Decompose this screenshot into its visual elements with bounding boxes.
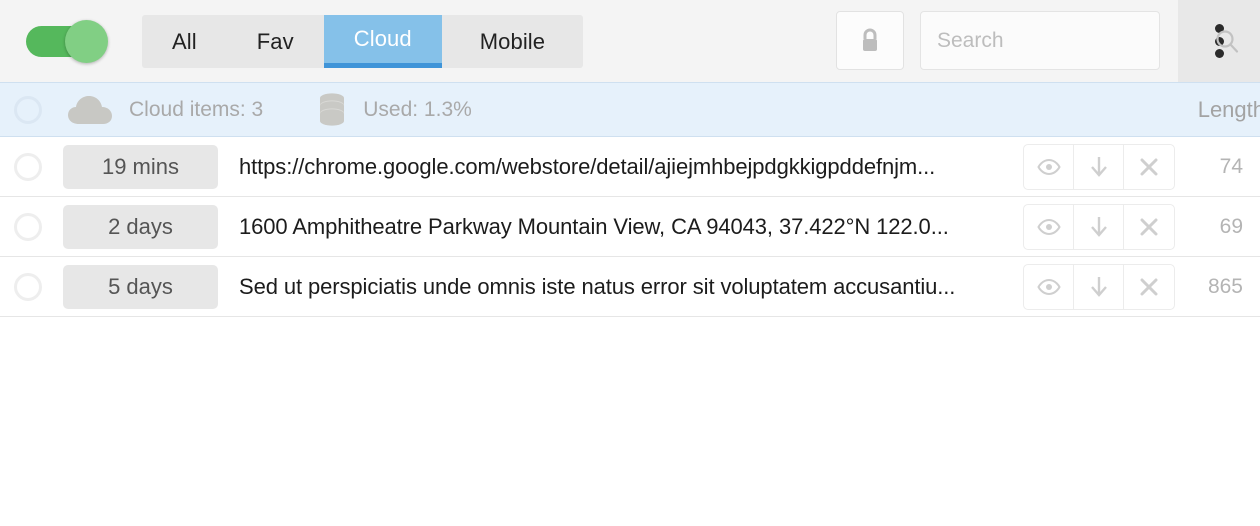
storage-used-label: Used: 1.3% xyxy=(363,97,472,121)
lock-button[interactable] xyxy=(836,11,904,70)
table-row[interactable]: 2 days 1600 Amphitheatre Parkway Mountai… xyxy=(0,197,1260,257)
tab-cloud-label: Cloud xyxy=(353,26,412,51)
table-row[interactable]: 5 days Sed ut perspiciatis unde omnis is… xyxy=(0,257,1260,317)
cloud-items-label: Cloud items: 3 xyxy=(129,97,264,121)
tab-mobile[interactable]: Mobile xyxy=(442,15,583,68)
row-age-label: 2 days xyxy=(108,213,173,239)
download-button[interactable] xyxy=(1074,204,1124,249)
top-toolbar: All Fav Cloud Mobile xyxy=(0,0,1260,82)
cloud-icon xyxy=(67,94,113,126)
row-content-text: https://chrome.google.com/webstore/detai… xyxy=(239,153,936,179)
tab-all[interactable]: All xyxy=(142,15,227,68)
delete-button[interactable] xyxy=(1124,205,1174,249)
eye-icon xyxy=(1036,218,1061,235)
search-box[interactable] xyxy=(920,11,1239,70)
tab-fav[interactable]: Fav xyxy=(227,15,324,68)
row-age-chip: 5 days xyxy=(63,264,218,309)
download-arrow-icon xyxy=(1090,156,1107,177)
power-toggle[interactable] xyxy=(26,20,110,63)
row-age-label: 19 mins xyxy=(101,153,180,179)
tab-mobile-label: Mobile xyxy=(479,28,546,54)
items-list: 19 mins https://chrome.google.com/websto… xyxy=(0,137,1260,317)
row-actions xyxy=(1023,143,1175,190)
table-row[interactable]: 19 mins https://chrome.google.com/websto… xyxy=(0,137,1260,197)
row-age-label: 5 days xyxy=(108,273,173,299)
row-actions xyxy=(1023,203,1175,250)
row-actions xyxy=(1023,263,1175,310)
row-checkbox[interactable] xyxy=(14,152,42,181)
tab-all-label: All xyxy=(172,28,197,54)
row-length-value: 69 xyxy=(1219,214,1243,238)
storage-used-info: Used: 1.3% xyxy=(263,92,472,127)
select-all-checkbox[interactable] xyxy=(14,95,42,124)
toggle-knob[interactable] xyxy=(65,20,108,63)
row-length-value: 865 xyxy=(1207,274,1243,298)
row-age-chip: 19 mins xyxy=(63,144,218,189)
search-icon[interactable] xyxy=(1214,28,1240,54)
close-x-icon xyxy=(1140,278,1158,295)
info-bar: Cloud items: 3 Used: 1.3% Length xyxy=(0,82,1260,137)
row-age-chip: 2 days xyxy=(63,204,218,249)
delete-button[interactable] xyxy=(1124,145,1174,189)
row-checkbox[interactable] xyxy=(14,212,42,241)
download-arrow-icon xyxy=(1090,276,1107,297)
download-arrow-icon xyxy=(1090,216,1107,237)
database-icon xyxy=(318,92,346,127)
search-input[interactable] xyxy=(937,28,1208,53)
view-button[interactable] xyxy=(1024,144,1074,189)
close-x-icon xyxy=(1140,218,1158,235)
tab-cloud[interactable]: Cloud xyxy=(323,15,442,68)
delete-button[interactable] xyxy=(1124,265,1174,309)
lock-icon xyxy=(863,28,877,51)
close-x-icon xyxy=(1140,158,1158,175)
view-button[interactable] xyxy=(1024,264,1074,309)
download-button[interactable] xyxy=(1074,264,1124,309)
row-checkbox[interactable] xyxy=(14,272,42,301)
view-button[interactable] xyxy=(1024,204,1074,249)
row-content-text: 1600 Amphitheatre Parkway Mountain View,… xyxy=(239,213,949,239)
download-button[interactable] xyxy=(1074,144,1124,189)
length-column-header: Length xyxy=(1197,96,1260,122)
eye-icon xyxy=(1036,158,1061,175)
filter-tabs: All Fav Cloud Mobile xyxy=(142,15,584,68)
row-content-text: Sed ut perspiciatis unde omnis iste natu… xyxy=(239,273,956,299)
eye-icon xyxy=(1036,278,1061,295)
row-length-value: 74 xyxy=(1219,154,1243,178)
tab-fav-label: Fav xyxy=(256,28,294,54)
toolbar-content: All Fav Cloud Mobile xyxy=(0,0,1239,82)
cloud-items-info: Cloud items: 3 xyxy=(42,94,263,126)
